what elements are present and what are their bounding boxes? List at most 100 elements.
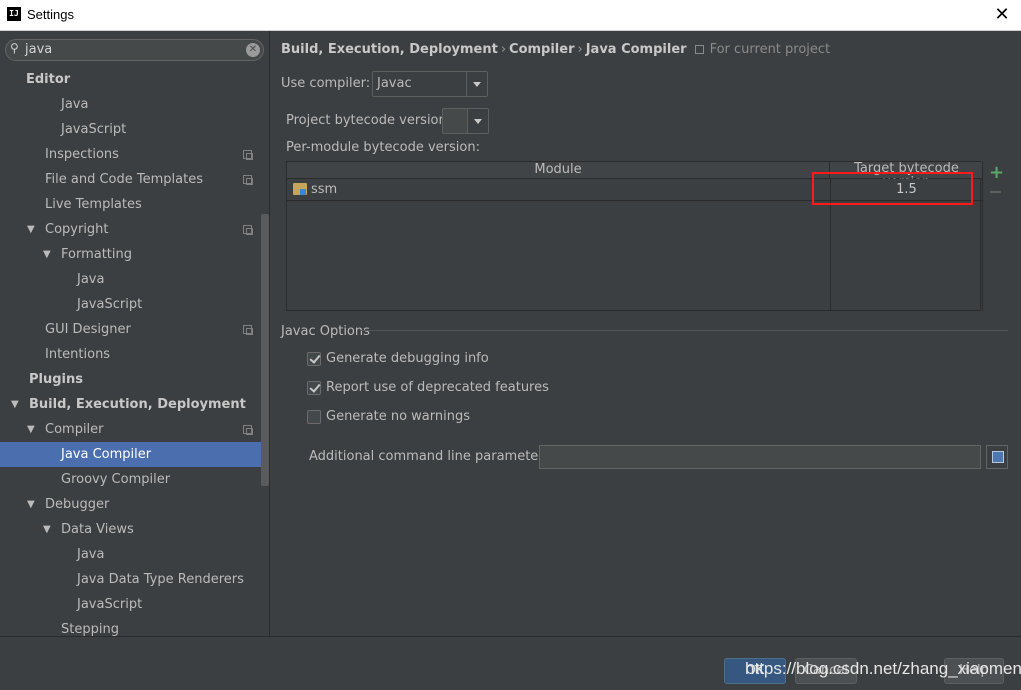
tree-item-intentions[interactable]: Intentions <box>0 342 260 367</box>
tree-item-label: Inspections <box>45 147 119 162</box>
expand-arrow-icon[interactable]: ▼ <box>27 217 35 242</box>
tree-item-label: Java Compiler <box>61 447 152 462</box>
tree-item-debugger[interactable]: ▼ Debugger <box>0 492 260 517</box>
tree-item-data-views-java[interactable]: Java <box>0 542 260 567</box>
tree-item-editor-javascript[interactable]: JavaScript <box>0 117 260 142</box>
tree-item-groovy-compiler[interactable]: Groovy Compiler <box>0 467 260 492</box>
section-divider <box>360 330 1008 331</box>
title-bar: IJ Settings ✕ <box>0 0 1021 31</box>
settings-search-field[interactable]: ⚲ java ✕ <box>5 39 264 61</box>
project-scope-icon <box>243 325 253 335</box>
project-bytecode-dropdown[interactable] <box>442 108 489 134</box>
tree-item-file-and-code-templates[interactable]: File and Code Templates <box>0 167 260 192</box>
project-bytecode-value <box>443 109 467 133</box>
use-compiler-value: Javac <box>377 76 412 91</box>
breadcrumb-separator: › <box>577 42 583 57</box>
settings-content: Build, Execution, Deployment › Compiler › Ja… <box>271 31 1021 636</box>
tree-item-label: Compiler <box>45 422 104 437</box>
tree-item-label: Editor <box>26 72 71 87</box>
breadcrumb-item: Java Compiler <box>585 42 687 57</box>
chevron-down-icon[interactable] <box>467 109 488 133</box>
tree-item-formatting-javascript[interactable]: JavaScript <box>0 292 260 317</box>
checkbox-checked-icon[interactable] <box>307 352 321 366</box>
add-icon[interactable]: + <box>989 163 1004 183</box>
tree-item-data-views[interactable]: ▼ Data Views <box>0 517 260 542</box>
expand-arrow-icon[interactable]: ▼ <box>43 242 51 267</box>
tree-item-compiler[interactable]: ▼ Compiler <box>0 417 260 442</box>
tree-item-data-views-javascript[interactable]: JavaScript <box>0 592 260 617</box>
breadcrumb-separator: › <box>500 42 507 57</box>
tree-item-build-execution-deployment[interactable]: ▼ Build, Execution, Deployment <box>0 392 260 417</box>
module-folder-icon <box>293 183 307 195</box>
tree-item-live-templates[interactable]: Live Templates <box>0 192 260 217</box>
tree-item-stepping[interactable]: Stepping <box>0 617 260 636</box>
tree-item-label: Groovy Compiler <box>61 472 171 487</box>
tree-item-plugins[interactable]: Plugins <box>0 367 260 392</box>
tree-item-label: Stepping <box>61 622 119 636</box>
intellij-app-icon: IJ <box>7 7 21 21</box>
breadcrumb-item: Compiler <box>509 42 575 57</box>
close-icon[interactable]: ✕ <box>989 2 1015 28</box>
sidebar-scrollbar[interactable] <box>261 214 269 486</box>
use-compiler-dropdown[interactable]: Javac <box>372 71 488 97</box>
tree-item-label: GUI Designer <box>45 322 131 337</box>
checkbox-checked-icon[interactable] <box>307 381 321 395</box>
tree-item-label: JavaScript <box>77 297 143 312</box>
highlight-annotation-box <box>812 172 973 205</box>
table-toolbar: + <box>982 161 1008 311</box>
checkbox-unchecked-icon[interactable] <box>307 410 321 424</box>
expand-arrow-icon[interactable]: ▼ <box>27 492 35 517</box>
tree-item-label: File and Code Templates <box>45 172 203 187</box>
watermark-text: https://blog.csdn.net/zhang_xiaomeng <box>745 659 1021 678</box>
additional-params-input[interactable] <box>539 445 981 469</box>
tree-item-formatting[interactable]: ▼ Formatting <box>0 242 260 267</box>
use-compiler-label: Use compiler: <box>281 76 371 91</box>
tree-item-label: Java <box>61 97 89 112</box>
tree-item-label: Java <box>77 272 105 287</box>
project-bytecode-label: Project bytecode version: <box>286 113 452 128</box>
tree-item-editor-java[interactable]: Java <box>0 92 260 117</box>
tree-item-java-data-type-renderers[interactable]: Java Data Type Renderers <box>0 567 260 592</box>
column-header-module[interactable]: Module <box>287 162 830 179</box>
checkbox-label: Generate debugging info <box>326 351 489 366</box>
tree-item-copyright[interactable]: ▼ Copyright <box>0 217 260 242</box>
module-name-cell: ssm <box>311 182 338 197</box>
tree-item-label: Plugins <box>29 372 83 387</box>
project-scope-icon <box>243 225 253 235</box>
search-input[interactable]: java <box>25 42 52 57</box>
dialog-button-bar: OK Cancel Help https://blog.csdn.net/zha… <box>0 636 1021 690</box>
tree-item-label: JavaScript <box>61 122 127 137</box>
project-scope-icon <box>243 150 253 160</box>
tree-item-label: Live Templates <box>45 197 142 212</box>
tree-item-label: JavaScript <box>77 597 143 612</box>
chevron-down-icon[interactable] <box>466 72 487 96</box>
checkbox-label: Report use of deprecated features <box>326 380 549 395</box>
breadcrumb-item: Build, Execution, Deployment <box>281 42 498 57</box>
tree-item-formatting-java[interactable]: Java <box>0 267 260 292</box>
search-icon: ⚲ <box>10 41 19 55</box>
tree-item-label: Debugger <box>45 497 110 512</box>
tree-item-java-compiler[interactable]: Java Compiler <box>0 442 269 467</box>
clear-search-icon[interactable]: ✕ <box>246 43 260 57</box>
breadcrumb: Build, Execution, Deployment › Compiler › Ja… <box>281 42 830 57</box>
tree-item-label: Java <box>77 547 105 562</box>
settings-tree: Editor Java JavaScript Inspections File … <box>0 67 269 636</box>
checkbox-label: Generate no warnings <box>326 409 471 424</box>
tree-item-label: Build, Execution, Deployment <box>29 397 246 412</box>
window-title: Settings <box>27 7 74 22</box>
tree-item-label: Data Views <box>61 522 134 537</box>
tree-item-gui-designer[interactable]: GUI Designer <box>0 317 260 342</box>
tree-item-editor[interactable]: Editor <box>0 67 260 92</box>
additional-params-label: Additional command line parameters: <box>309 449 555 464</box>
scope-label: For current project <box>709 42 831 57</box>
expand-field-icon[interactable] <box>986 445 1008 469</box>
expand-arrow-icon[interactable]: ▼ <box>43 517 51 542</box>
project-scope-icon <box>694 45 704 54</box>
settings-sidebar: ⚲ java ✕ Editor Java JavaScript Inspecti… <box>0 31 270 636</box>
tree-item-inspections[interactable]: Inspections <box>0 142 260 167</box>
javac-options-section-title: Javac Options <box>281 324 370 339</box>
expand-arrow-icon[interactable]: ▼ <box>11 392 19 417</box>
remove-icon[interactable] <box>990 191 1001 193</box>
project-scope-icon <box>243 425 253 435</box>
expand-arrow-icon[interactable]: ▼ <box>27 417 35 442</box>
